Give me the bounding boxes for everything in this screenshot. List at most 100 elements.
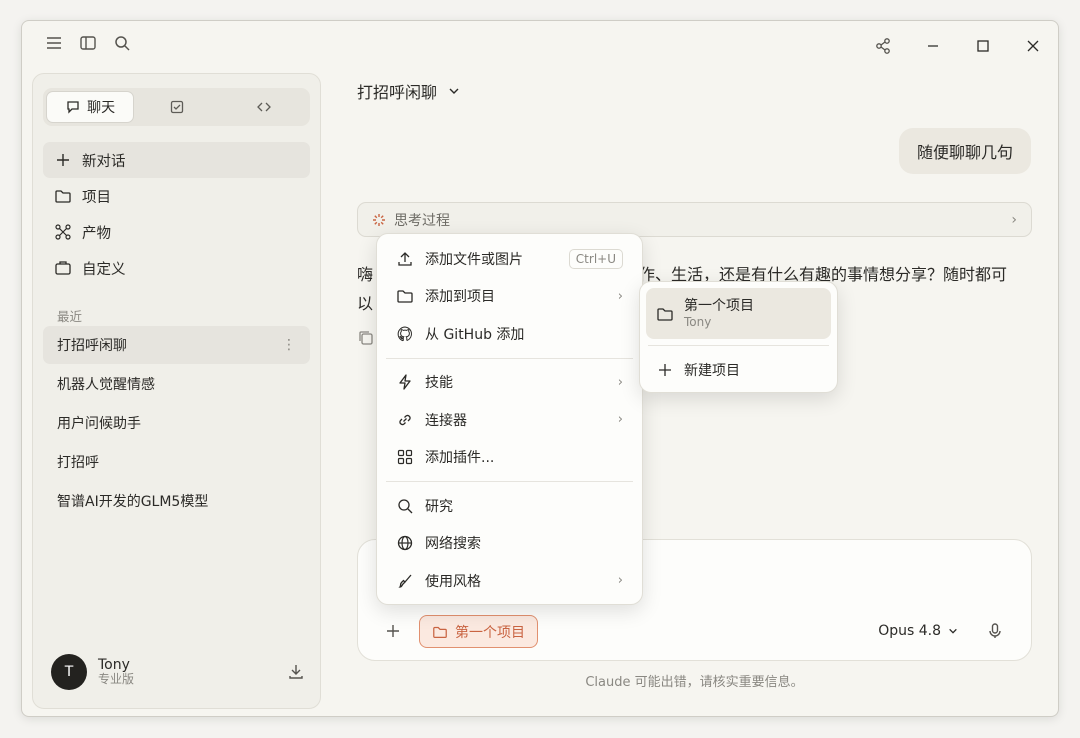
menu-item-style[interactable]: 使用风格 › — [386, 562, 633, 600]
recent-chat-label: 打招呼闲聊 — [57, 338, 127, 354]
chevron-down-icon — [447, 84, 461, 98]
chevron-right-icon: › — [617, 288, 623, 304]
chevron-right-icon: › — [1011, 211, 1017, 228]
grid-icon — [396, 448, 414, 466]
tab-chat[interactable]: 聊天 — [46, 91, 135, 123]
recent-chat-item[interactable]: 智谱AI开发的GLM5模型 — [43, 482, 310, 520]
user-text: Tony 专业版 — [98, 657, 135, 687]
user-profile[interactable]: T Tony 专业版 — [51, 652, 306, 692]
lightning-icon — [396, 373, 414, 391]
model-label: Opus 4.8 — [878, 623, 941, 639]
search-icon[interactable] — [112, 33, 132, 53]
menu-item-research[interactable]: 研究 — [386, 487, 633, 525]
project-submenu: 第一个项目 Tony 新建项目 — [639, 281, 838, 393]
submenu-item-project[interactable]: 第一个项目 Tony — [646, 288, 831, 339]
chat-bubble-icon — [65, 99, 81, 115]
folder-icon — [656, 305, 674, 323]
recent-chat-item[interactable]: 打招呼闲聊 ⋮ — [43, 326, 310, 364]
recent-list: 打招呼闲聊 ⋮ 机器人觉醒情感 用户问候助手 打招呼 智谱AI开发的GLM5模型 — [43, 326, 310, 521]
share-icon[interactable] — [872, 35, 894, 57]
menu-item-label: 使用风格 — [425, 573, 481, 590]
briefcase-icon — [54, 259, 72, 277]
copy-icon[interactable] — [357, 329, 375, 347]
upload-icon — [396, 250, 414, 268]
conversation-title[interactable]: 打招呼闲聊 — [357, 79, 461, 103]
recent-chat-label: 用户问候助手 — [57, 416, 141, 432]
menu-item-label: 技能 — [425, 375, 453, 392]
menu-item-connectors[interactable]: 连接器 › — [386, 401, 633, 439]
menu-item-github[interactable]: 从 GitHub 添加 — [386, 315, 633, 353]
more-options-icon[interactable]: ⋮ — [282, 337, 296, 353]
chevron-down-icon — [947, 625, 959, 637]
globe-icon — [396, 534, 414, 552]
folder-icon — [54, 187, 72, 205]
recent-chat-label: 智谱AI开发的GLM5模型 — [57, 494, 209, 510]
artifacts-icon — [54, 223, 72, 241]
sidebar-item-label: 项目 — [82, 189, 111, 206]
app-window: 聊天 新对话 项目 产物 自定义 最近 打招呼闲聊 ⋮ 机器人觉醒情感 用户问候… — [21, 20, 1059, 717]
brush-icon — [396, 572, 414, 590]
menu-item-web-search[interactable]: 网络搜索 — [386, 525, 633, 563]
sidebar-item-artifacts[interactable]: 产物 — [43, 214, 310, 250]
titlebar-left — [44, 33, 132, 53]
sidebar-toggle-icon[interactable] — [78, 33, 98, 53]
menu-item-label: 添加插件... — [425, 450, 495, 467]
recent-chat-item[interactable]: 用户问候助手 — [43, 404, 310, 442]
folder-icon — [396, 287, 414, 305]
spinner-icon — [372, 213, 386, 227]
avatar: T — [51, 654, 87, 690]
close-icon[interactable] — [1022, 35, 1044, 57]
recent-section-label: 最近 — [57, 309, 83, 324]
sidebar: 聊天 新对话 项目 产物 自定义 最近 打招呼闲聊 ⋮ 机器人觉醒情感 用户问候… — [32, 73, 321, 709]
submenu-project-text: 第一个项目 Tony — [684, 298, 754, 329]
search-icon — [396, 497, 414, 515]
sidebar-item-projects[interactable]: 项目 — [43, 178, 310, 214]
reply-text-line2: 以 — [357, 294, 374, 313]
thinking-toggle[interactable]: 思考过程 › — [357, 202, 1032, 237]
sidebar-tabs: 聊天 — [43, 88, 310, 126]
user-message: 随便聊聊几句 — [898, 128, 1031, 174]
menu-item-add-file[interactable]: 添加文件或图片 Ctrl+U — [386, 240, 633, 278]
chevron-right-icon: › — [617, 374, 623, 390]
menu-item-add-to-project[interactable]: 添加到项目 › — [386, 278, 633, 316]
project-owner: Tony — [684, 314, 712, 329]
recent-chat-item[interactable]: 机器人觉醒情感 — [43, 365, 310, 403]
new-project-button[interactable]: 新建项目 — [646, 352, 831, 388]
plus-icon — [54, 151, 72, 169]
project-title: 第一个项目 — [684, 297, 754, 314]
tab-tasks[interactable] — [134, 91, 220, 123]
add-attachment-button[interactable] — [382, 620, 404, 642]
recent-chat-label: 机器人觉醒情感 — [57, 377, 155, 393]
code-icon — [256, 99, 272, 115]
disclaimer: Claude 可能出错，请核实重要信息。 — [585, 675, 804, 690]
reply-text-start: 嗨 — [357, 265, 374, 284]
tab-chat-label: 聊天 — [87, 100, 116, 116]
conversation-title-text: 打招呼闲聊 — [357, 83, 438, 102]
project-chip-label: 第一个项目 — [455, 624, 525, 641]
menu-icon[interactable] — [44, 33, 64, 53]
project-chip[interactable]: 第一个项目 — [419, 615, 538, 648]
minimize-icon[interactable] — [922, 35, 944, 57]
chevron-right-icon: › — [617, 573, 623, 589]
menu-item-plugins[interactable]: 添加插件... — [386, 439, 633, 477]
menu-divider — [386, 357, 633, 359]
thinking-label: 思考过程 — [394, 212, 450, 229]
tab-code[interactable] — [221, 91, 307, 123]
menu-item-skills[interactable]: 技能 › — [386, 364, 633, 402]
sidebar-item-customize[interactable]: 自定义 — [43, 250, 310, 286]
new-project-label: 新建项目 — [684, 363, 740, 379]
microphone-icon[interactable] — [985, 621, 1005, 641]
model-selector[interactable]: Opus 4.8 — [878, 623, 959, 639]
new-chat-label: 新对话 — [82, 153, 126, 170]
link-icon — [396, 411, 414, 429]
submenu-divider — [648, 345, 829, 346]
shortcut-badge: Ctrl+U — [568, 248, 623, 269]
add-menu: 添加文件或图片 Ctrl+U 添加到项目 › 从 GitHub 添加 技能 › — [376, 233, 643, 605]
menu-divider — [386, 481, 633, 482]
new-chat-button[interactable]: 新对话 — [43, 142, 310, 178]
recent-chat-item[interactable]: 打招呼 — [43, 443, 310, 481]
menu-item-label: 网络搜索 — [425, 536, 481, 553]
maximize-icon[interactable] — [972, 35, 994, 57]
download-icon[interactable] — [286, 662, 306, 682]
user-plan: 专业版 — [98, 672, 135, 687]
